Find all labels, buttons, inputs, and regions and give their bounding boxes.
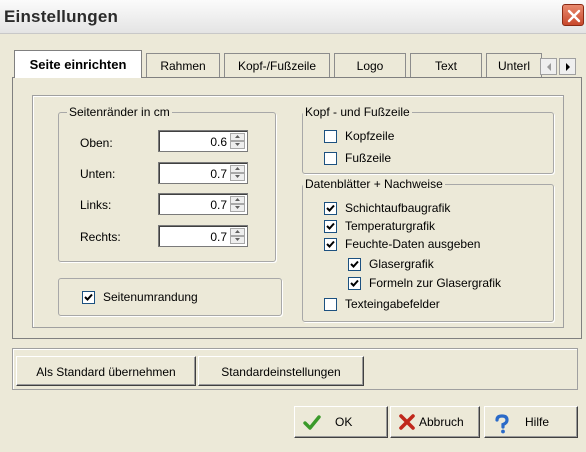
spin-down-icon (235, 206, 240, 209)
checkmark-icon (326, 240, 335, 248)
margin-left-stepper[interactable] (230, 196, 245, 212)
margins-group-title: Seitenränder in cm (67, 105, 172, 119)
help-button[interactable]: Hilfe (484, 406, 578, 438)
spin-up-button[interactable] (230, 165, 245, 173)
arrow-right-icon (566, 63, 570, 71)
spin-up-icon (235, 230, 240, 233)
margin-right-label: Rechts: (80, 230, 121, 244)
close-button[interactable] (562, 4, 584, 26)
margin-top-input[interactable]: 0.6 (158, 130, 248, 152)
margin-right-stepper[interactable] (230, 228, 245, 244)
checkbox[interactable] (82, 291, 95, 304)
spin-down-icon (235, 143, 240, 146)
checkmark-icon (350, 260, 359, 268)
spin-down-icon (235, 175, 240, 178)
spin-up-icon (235, 167, 240, 170)
margin-bottom-value: 0.7 (210, 167, 227, 181)
tab-label: Logo (356, 59, 384, 73)
tab-scroll-right-button[interactable] (559, 58, 576, 75)
set-default-label: Als Standard übernehmen (36, 365, 176, 379)
margin-right-input[interactable]: 0.7 (158, 225, 248, 247)
checkmark-icon (350, 279, 359, 287)
page-border-label: Seitenumrandung (103, 290, 198, 304)
window-title: Einstellungen (4, 7, 119, 26)
glaser-graphic-label: Glasergrafik (369, 257, 434, 271)
tab-logo[interactable]: Logo (334, 53, 406, 77)
restore-defaults-label: Standardeinstellungen (221, 365, 341, 379)
checkbox[interactable] (324, 152, 337, 165)
margin-left-label: Links: (80, 198, 112, 212)
header-footer-group: Kopf - und Fußzeile (302, 105, 554, 174)
spin-up-button[interactable] (230, 133, 245, 141)
tab-label: Seite einrichten (29, 57, 127, 72)
cross-red-icon (399, 414, 415, 430)
spin-down-button[interactable] (230, 173, 245, 181)
margin-top-value: 0.6 (210, 135, 227, 149)
text-input-fields-label: Texteingabefelder (345, 297, 440, 311)
tab-underlay[interactable]: Unterl (486, 53, 542, 77)
ok-button[interactable]: OK (294, 406, 388, 438)
close-icon (567, 9, 581, 23)
spin-up-button[interactable] (230, 228, 245, 236)
tab-page-setup[interactable]: Seite einrichten (14, 50, 142, 78)
margin-bottom-label: Unten: (80, 167, 116, 181)
margin-right-value: 0.7 (210, 230, 227, 244)
tab-scroll-left-button[interactable] (540, 58, 557, 75)
cancel-label: Abbruch (419, 415, 464, 429)
arrow-left-icon (547, 63, 551, 71)
layer-graphic-label: Schichtaufbaugrafik (345, 201, 451, 215)
spin-up-button[interactable] (230, 196, 245, 204)
spin-down-icon (235, 238, 240, 241)
spin-down-button[interactable] (230, 141, 245, 149)
tab-header-footer[interactable]: Kopf-/Fußzeile (224, 53, 330, 77)
temperature-graphic-label: Temperaturgrafik (345, 219, 436, 233)
cancel-button[interactable]: Abbruch (390, 406, 480, 438)
help-label: Hilfe (525, 415, 550, 429)
spin-down-button[interactable] (230, 204, 245, 212)
header-label: Kopfzeile (345, 129, 395, 143)
checkbox[interactable] (324, 202, 337, 215)
header-footer-group-title: Kopf - und Fußzeile (303, 105, 412, 119)
tab-label: Rahmen (160, 59, 206, 73)
spin-down-button[interactable] (230, 236, 245, 244)
checkbox[interactable] (324, 130, 337, 143)
moisture-data-label: Feuchte-Daten ausgeben (345, 237, 481, 251)
datasheets-group-title: Datenblätter + Nachweise (303, 177, 445, 191)
checkmark-icon (326, 222, 335, 230)
restore-defaults-button[interactable]: Standardeinstellungen (198, 356, 364, 386)
title-bar: Einstellungen (0, 0, 586, 34)
tab-label: Unterl (497, 59, 530, 73)
set-default-button[interactable]: Als Standard übernehmen (16, 356, 196, 386)
margin-top-label: Oben: (80, 136, 113, 150)
tab-label: Kopf-/Fußzeile (237, 59, 317, 73)
ok-label: OK (335, 415, 353, 429)
spin-up-icon (235, 135, 240, 138)
question-mark-icon (495, 414, 509, 434)
margin-top-stepper[interactable] (230, 133, 245, 149)
footer-label: Fußzeile (345, 151, 392, 165)
checkbox[interactable] (324, 238, 337, 251)
checkbox[interactable] (324, 298, 337, 311)
settings-dialog: Einstellungen Seite einrichten Rahmen Ko… (0, 0, 586, 452)
tab-frame[interactable]: Rahmen (146, 53, 220, 77)
checkmark-green-icon (303, 415, 321, 430)
tab-text[interactable]: Text (410, 53, 482, 77)
checkmark-icon (84, 293, 93, 301)
checkbox[interactable] (324, 220, 337, 233)
tab-label: Text (434, 59, 457, 73)
checkbox[interactable] (348, 277, 361, 290)
checkmark-icon (326, 204, 335, 212)
margin-bottom-stepper[interactable] (230, 165, 245, 181)
tab-scroll-arrows (540, 58, 576, 75)
checkbox[interactable] (348, 258, 361, 271)
margin-bottom-input[interactable]: 0.7 (158, 162, 248, 184)
margin-left-value: 0.7 (210, 198, 227, 212)
spin-up-icon (235, 198, 240, 201)
margin-left-input[interactable]: 0.7 (158, 193, 248, 215)
glaser-formula-label: Formeln zur Glasergrafik (369, 276, 502, 290)
